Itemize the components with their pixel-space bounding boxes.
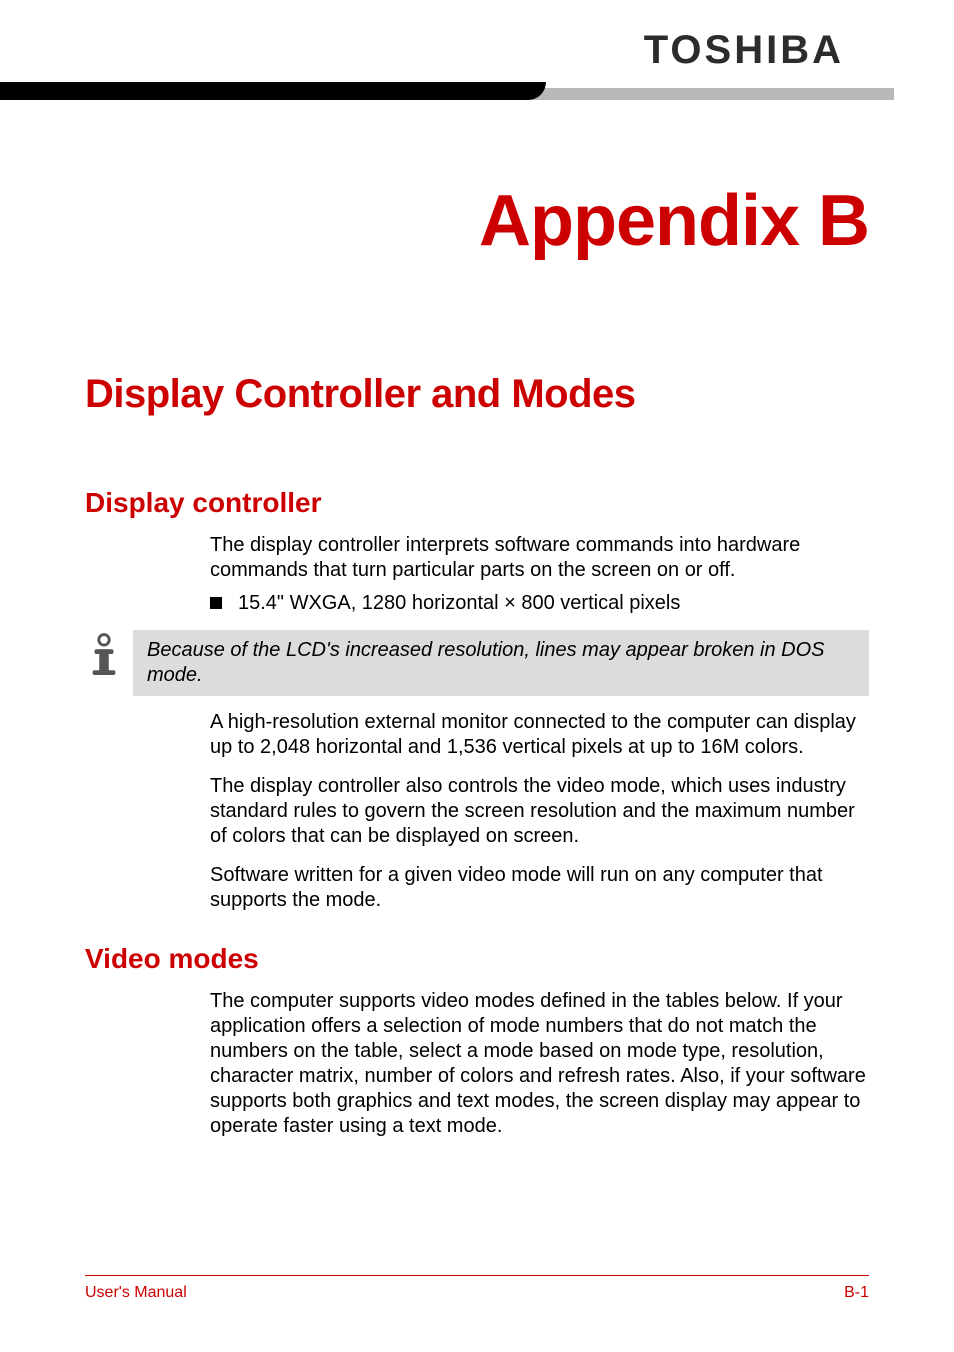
paragraph: The computer supports video modes define… <box>210 989 869 1139</box>
paragraph: A high-resolution external monitor conne… <box>210 710 869 760</box>
footer-left: User's Manual <box>85 1284 187 1302</box>
page-header: TOSHIBA <box>0 0 954 110</box>
paragraph: The display controller also controls the… <box>210 774 869 849</box>
brand-logo: TOSHIBA <box>644 28 844 73</box>
footer-right: B-1 <box>844 1284 869 1302</box>
note-text: Because of the LCD's increased resolutio… <box>133 630 869 696</box>
heading-video-modes: Video modes <box>85 943 954 975</box>
paragraph: Software written for a given video mode … <box>210 863 869 913</box>
header-rule <box>0 82 894 104</box>
bullet-item: 15.4" WXGA, 1280 horizontal × 800 vertic… <box>210 591 869 616</box>
paragraph: The display controller interprets softwa… <box>210 533 869 583</box>
page-footer: User's Manual B-1 <box>85 1275 869 1302</box>
square-bullet-icon <box>210 597 222 609</box>
info-icon <box>85 632 123 683</box>
bullet-text: 15.4" WXGA, 1280 horizontal × 800 vertic… <box>238 591 680 616</box>
appendix-title: Appendix B <box>0 180 954 262</box>
section-title: Display Controller and Modes <box>85 372 954 417</box>
note-callout: Because of the LCD's increased resolutio… <box>85 630 869 696</box>
heading-display-controller: Display controller <box>85 487 954 519</box>
